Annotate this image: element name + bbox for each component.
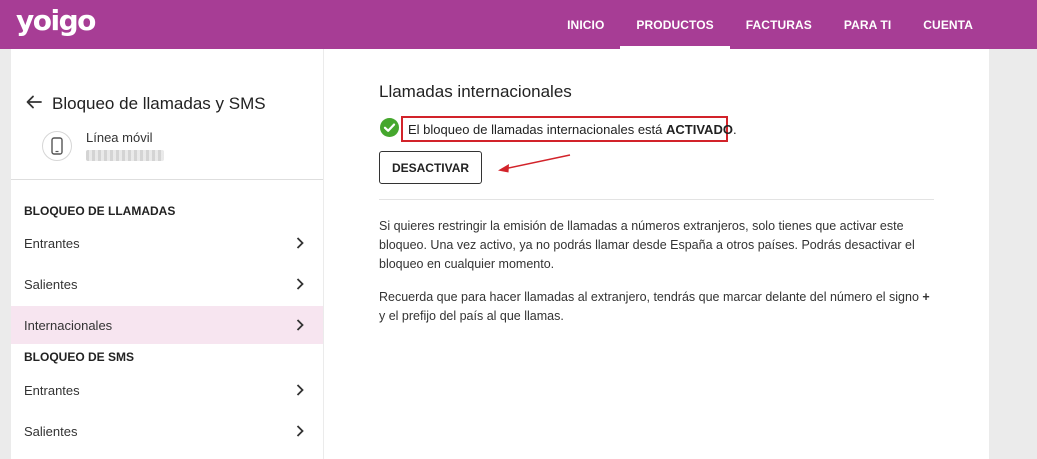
- annotation-arrow-icon: [498, 154, 571, 173]
- status-text: El bloqueo de llamadas internacionales e…: [408, 121, 663, 137]
- phone-avatar: [42, 131, 72, 161]
- note-text: Recuerda que para hacer llamadas al extr…: [379, 290, 923, 304]
- divider: [379, 199, 934, 200]
- status-suffix: .: [732, 121, 737, 137]
- mobile-phone-icon: [51, 137, 63, 155]
- main-content: Llamadas internacionales El bloqueo de l…: [324, 49, 989, 459]
- sidebar-item-label: Salientes: [24, 276, 78, 292]
- section-title-sms: BLOQUEO DE SMS: [24, 350, 135, 364]
- nav-para-ti[interactable]: PARA TI: [828, 0, 907, 49]
- sidebar-item-label: Entrantes: [24, 235, 80, 251]
- sidebar-title: Bloqueo de llamadas y SMS: [52, 94, 266, 113]
- sidebar-item-label: Entrantes: [24, 382, 80, 398]
- check-circle-icon: [380, 118, 399, 137]
- sidebar: Bloqueo de llamadas y SMS Línea móvil BL…: [11, 49, 323, 459]
- arrow-left-icon[interactable]: [25, 93, 43, 111]
- sidebar-item-calls-outgoing[interactable]: Salientes: [11, 265, 323, 303]
- chevron-right-icon: [296, 278, 304, 290]
- chevron-right-icon: [296, 237, 304, 249]
- sidebar-item-label: Salientes: [24, 423, 78, 439]
- section-title-calls: BLOQUEO DE LLAMADAS: [24, 204, 176, 218]
- sidebar-item-calls-incoming[interactable]: Entrantes: [11, 224, 323, 262]
- page-title: Llamadas internacionales: [379, 82, 572, 101]
- chevron-right-icon: [296, 425, 304, 437]
- sidebar-header: Bloqueo de llamadas y SMS Línea móvil: [11, 49, 323, 180]
- chevron-right-icon: [296, 319, 304, 331]
- description-paragraph: Si quieres restringir la emisión de llam…: [379, 219, 915, 271]
- sidebar-item-label: Internacionales: [24, 317, 113, 333]
- nav-productos[interactable]: PRODUCTOS: [620, 0, 731, 49]
- status-value: ACTIVADO: [666, 121, 733, 137]
- yoigo-logo[interactable]: yoigo: [16, 4, 96, 38]
- nav-cuenta[interactable]: CUENTA: [907, 0, 989, 49]
- status-message: El bloqueo de llamadas internacionales e…: [401, 116, 737, 142]
- nav-inicio[interactable]: INICIO: [551, 0, 620, 49]
- nav-facturas[interactable]: FACTURAS: [730, 0, 828, 49]
- sidebar-item-sms-outgoing[interactable]: Salientes: [11, 412, 323, 450]
- line-label: Línea móvil: [86, 130, 153, 145]
- note-paragraph: Recuerda que para hacer llamadas al extr…: [379, 288, 939, 326]
- deactivate-button[interactable]: DESACTIVAR: [379, 151, 482, 184]
- chevron-right-icon: [296, 384, 304, 396]
- plus-sign: +: [922, 290, 930, 304]
- sidebar-item-calls-international[interactable]: Internacionales: [11, 306, 323, 344]
- main-nav: INICIO PRODUCTOS FACTURAS PARA TI CUENTA: [551, 0, 989, 49]
- note-text-end: y el prefijo del país al que llamas.: [379, 309, 564, 323]
- top-navigation-bar: yoigo INICIO PRODUCTOS FACTURAS PARA TI …: [0, 0, 1037, 49]
- sidebar-item-sms-incoming[interactable]: Entrantes: [11, 371, 323, 409]
- line-number-redacted: [86, 150, 164, 161]
